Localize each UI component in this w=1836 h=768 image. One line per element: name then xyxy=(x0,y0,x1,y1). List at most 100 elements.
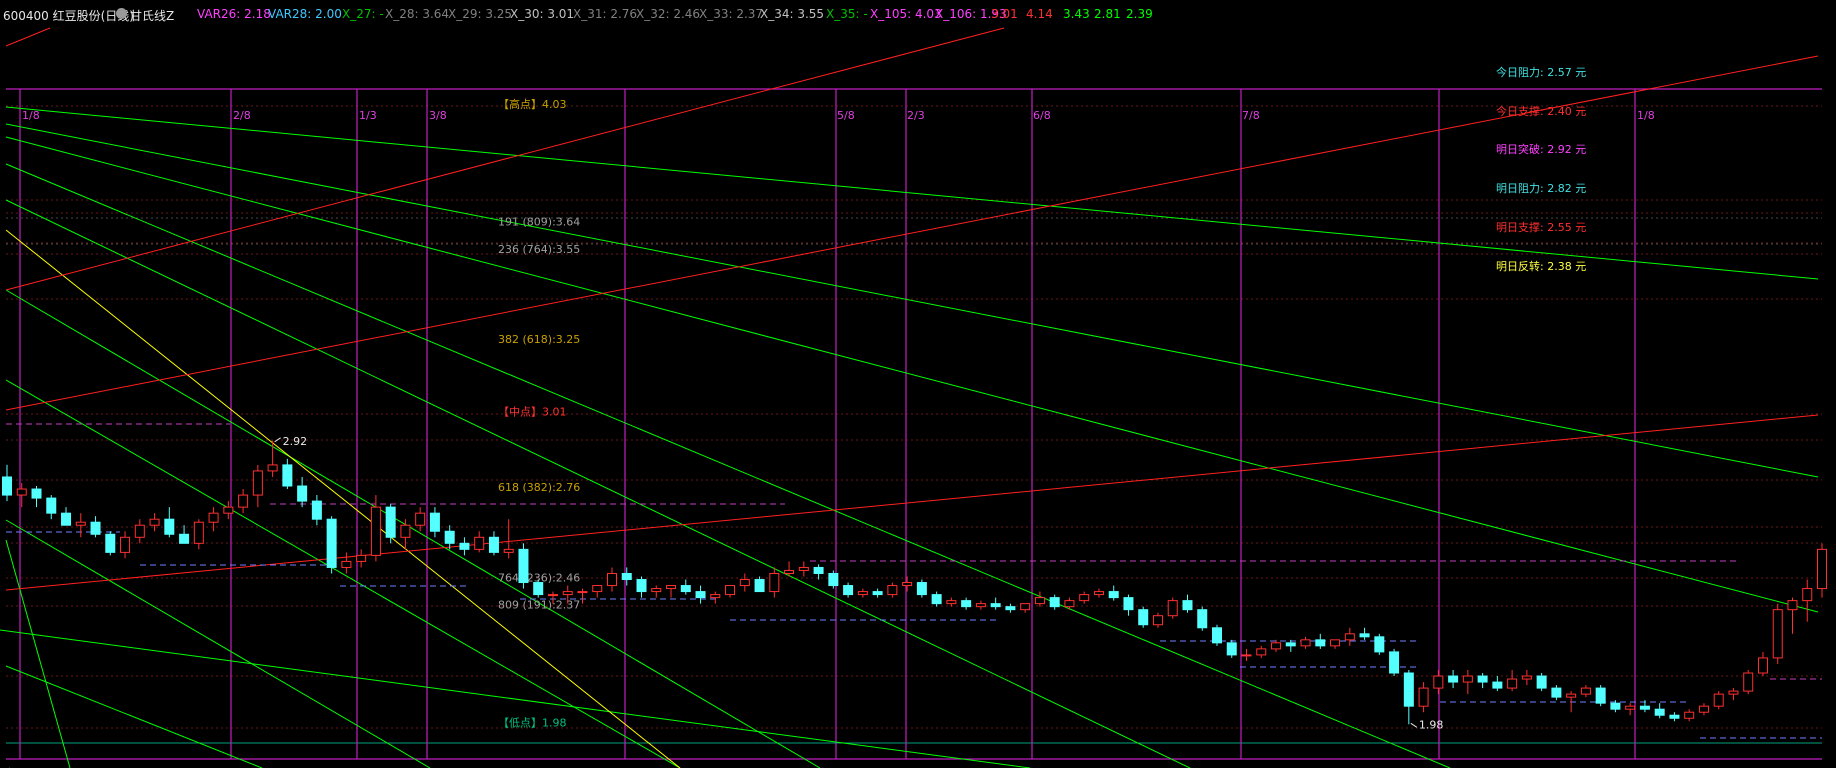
candle-body xyxy=(444,530,455,544)
candle-body xyxy=(1359,633,1370,638)
candle-body xyxy=(1167,600,1178,617)
gann-fan-line xyxy=(0,629,1031,768)
candle-body xyxy=(149,518,160,526)
candle-body xyxy=(857,591,868,596)
candle-body xyxy=(518,548,529,584)
candle-body xyxy=(46,497,57,514)
candle-body xyxy=(1639,705,1650,710)
candle-body xyxy=(1698,705,1709,713)
gann-fan-line xyxy=(5,289,821,768)
candle-body xyxy=(1226,642,1237,656)
candle-body xyxy=(1521,675,1532,680)
candle-body xyxy=(1271,642,1282,650)
candle-body xyxy=(946,600,957,605)
gann-fan-line xyxy=(5,665,263,768)
candle-body xyxy=(429,512,440,532)
candle-body xyxy=(75,521,86,526)
candle-body xyxy=(872,591,883,596)
forecast-value: 2.82 元 xyxy=(1547,182,1586,195)
candle-body xyxy=(710,594,721,599)
candle-body xyxy=(666,585,677,590)
candlestick-chart[interactable]: 1/8 2/8 1/3 3/8 5/8 2/3 6/8 7/8 1/8 【高点】4.03 191 (… xyxy=(0,0,1836,768)
candle-body xyxy=(356,554,367,562)
candle-body xyxy=(1256,648,1267,656)
date-label: 1/8 xyxy=(22,109,40,122)
candle-body xyxy=(488,536,499,553)
forecast-row: 明日阻力: 2.82 元 xyxy=(1496,182,1586,195)
candle-body xyxy=(621,572,632,581)
candle-body xyxy=(680,585,691,593)
date-label: 2/3 xyxy=(907,109,925,122)
candle-body xyxy=(1728,690,1739,695)
candle-body xyxy=(651,588,662,593)
candle-body xyxy=(1285,642,1296,647)
candle-body xyxy=(134,524,145,538)
trough-price-label: 1.98 xyxy=(1419,718,1444,731)
date-label: 1/8 xyxy=(1637,109,1655,122)
fib-level-label: 【中点】3.01 xyxy=(498,406,567,419)
gann-fan-line xyxy=(5,123,1819,478)
fib-level-label: 【低点】1.98 xyxy=(498,716,567,729)
candle-body xyxy=(1241,654,1252,657)
candle-body xyxy=(1389,651,1400,674)
forecast-row: 明日突破: 2.92 元 xyxy=(1496,142,1586,156)
gann-yellow-line xyxy=(5,229,681,768)
candle-body xyxy=(1344,633,1355,641)
candle-body xyxy=(400,524,411,538)
candle-body xyxy=(1300,639,1311,647)
candle-body xyxy=(1034,597,1045,605)
fib-level-label: 【高点】4.03 xyxy=(498,97,567,111)
candle-body xyxy=(739,579,750,587)
candle-body xyxy=(1743,672,1754,692)
fib-level-label: 236 (764):3.55 xyxy=(498,243,580,256)
candle-body xyxy=(1108,591,1119,599)
candle-body xyxy=(1477,675,1488,683)
candle-body xyxy=(1536,675,1547,689)
candle-body xyxy=(267,464,278,472)
gann-trend-line xyxy=(5,414,1819,591)
candle-body xyxy=(90,521,101,535)
candle-body xyxy=(1330,639,1341,647)
candle-body xyxy=(1462,675,1473,683)
candle-body xyxy=(1580,687,1591,695)
candle-body xyxy=(547,594,558,597)
candle-body xyxy=(931,594,942,605)
candle-body xyxy=(1448,675,1459,683)
candle-body xyxy=(1669,714,1680,719)
candle-body xyxy=(1197,609,1208,629)
candle-body xyxy=(1595,687,1606,704)
forecast-label: 明日支撑: xyxy=(1496,220,1547,234)
fib-level-label: 618 (382):2.76 xyxy=(498,481,580,494)
candle-body xyxy=(1802,588,1813,602)
candle-body xyxy=(238,494,249,508)
candle-body xyxy=(1418,687,1429,707)
candle-body xyxy=(1182,600,1193,611)
candle-body xyxy=(326,518,337,568)
candle-body xyxy=(975,603,986,608)
candle-body xyxy=(1684,711,1695,719)
candle-body xyxy=(1566,693,1577,698)
candle-body xyxy=(990,603,1001,608)
forecast-value: 2.38 元 xyxy=(1547,260,1586,273)
candle-body xyxy=(341,560,352,568)
candle-body xyxy=(208,512,219,523)
forecast-row: 今日阻力: 2.57 元 xyxy=(1496,65,1586,79)
fib-level-label: 382 (618):3.25 xyxy=(498,333,580,346)
candle-body xyxy=(577,591,588,594)
candle-body xyxy=(1433,675,1444,689)
forecast-label: 今日支撑: xyxy=(1496,104,1547,118)
candle-body xyxy=(105,533,116,553)
candle-body xyxy=(769,572,780,593)
candle-body xyxy=(1654,708,1665,716)
date-label: 2/8 xyxy=(233,109,251,122)
candle-body xyxy=(1772,609,1783,659)
date-label: 6/8 xyxy=(1033,109,1051,122)
candle-body xyxy=(607,572,617,587)
forecast-row: 明日支撑: 2.55 元 xyxy=(1496,220,1586,234)
candle-body xyxy=(415,512,426,526)
candle-body xyxy=(813,566,824,574)
candle-body xyxy=(1315,639,1326,647)
peak-price-label: 2.92 xyxy=(283,435,308,448)
candle-body xyxy=(1123,597,1134,611)
candle-body xyxy=(31,488,42,499)
